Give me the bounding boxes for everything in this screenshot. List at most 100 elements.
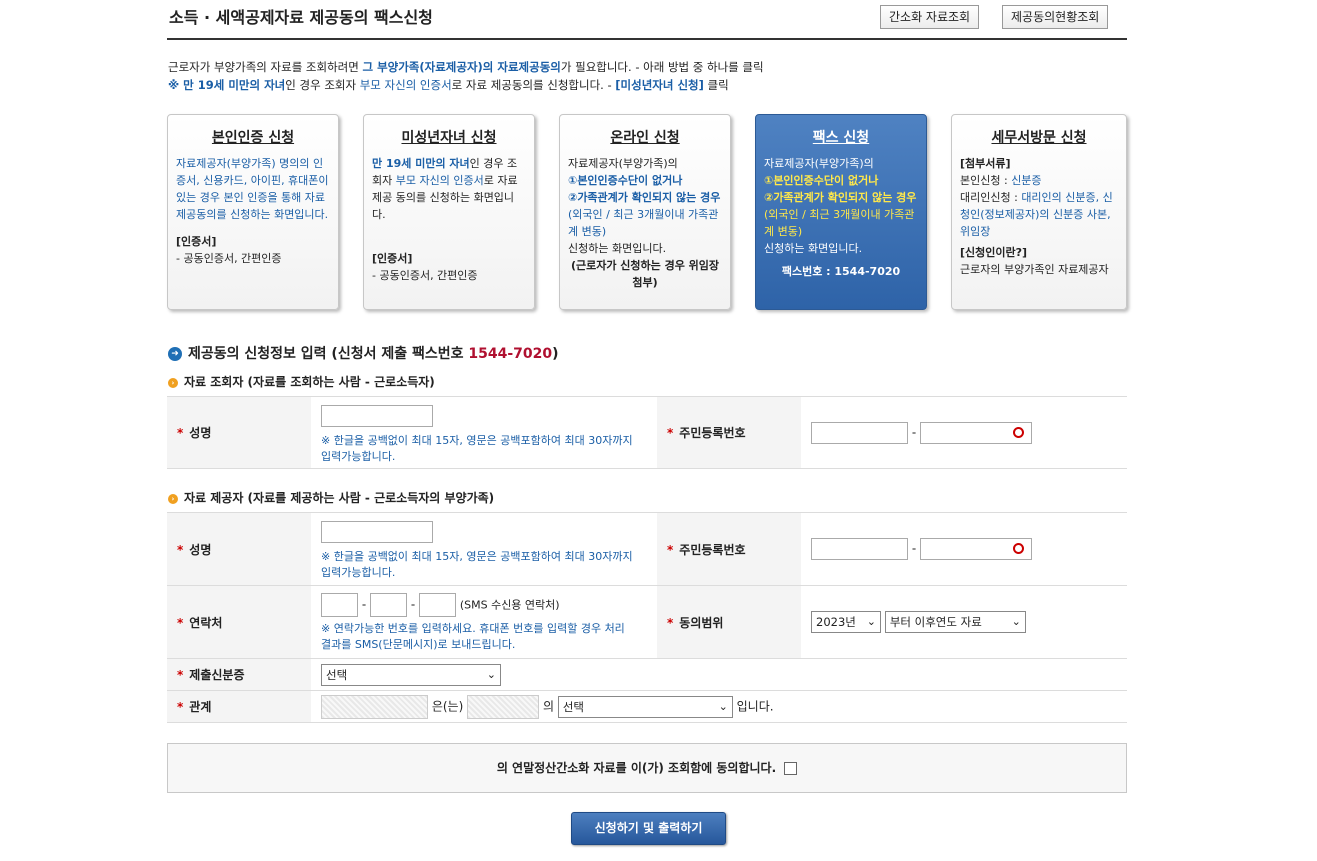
phone-part3-input[interactable] (419, 593, 456, 617)
provider-heading: › 자료 제공자 (자료를 제공하는 사람 - 근로소득자의 부양가족) (168, 489, 494, 506)
card-d4: (외국인 / 최근 3개월이내 가족관계 변동) (764, 208, 915, 238)
card-cert-text: - 공동인증서, 간편인증 (176, 252, 282, 265)
viewer-heading: › 자료 조회자 (자료를 조회하는 사람 - 근로소득자) (168, 373, 435, 390)
provider-rrn-label-cell: * 주민등록번호 (657, 512, 801, 586)
card-s2a: 대리인신청 : (960, 191, 1022, 204)
card-d5: 신청하는 화면입니다. (764, 242, 863, 255)
rel-end-text: 입니다. (736, 699, 774, 713)
rrn-dash: - (911, 425, 917, 439)
intro-l2b: 인 경우 조회자 (285, 78, 360, 92)
scope-year-value: 2023년 (816, 615, 856, 629)
card-d1: 자료제공자(부양가족)의 (568, 157, 678, 170)
card-title: 본인인증 신청 (211, 130, 295, 146)
card-self-auth[interactable]: 본인인증 신청 자료제공자(부양가족) 명의의 인증서, 신용카드, 아이핀, … (167, 114, 339, 310)
provider-name-label: 성명 (189, 542, 212, 557)
card-title: 미성년자녀 신청 (401, 130, 497, 146)
contact-label: 연락처 (189, 615, 223, 630)
eye-icon[interactable] (1013, 543, 1024, 554)
card-d1: 만 19세 미만의 자녀 (372, 157, 470, 170)
card-visit[interactable]: 세무서방문 신청 [첨부서류] 본인신청 : 신분증 대리인신청 : 대리인의 … (951, 114, 1127, 310)
bullet-icon: › (168, 493, 178, 504)
chevron-down-icon: ⌄ (486, 667, 496, 681)
card-desc: 자료제공자(부양가족) 명의의 인증서, 신용카드, 아이핀, 휴대폰이 있는 … (176, 157, 329, 221)
id-type-select[interactable]: 선택 ⌄ (321, 663, 501, 686)
viewer-name-label-cell: * 성명 (167, 396, 311, 469)
rel-provider-name-field (467, 694, 540, 719)
scope-label: 동의범위 (679, 615, 724, 630)
minor-apply-link[interactable]: [미성년자녀 신청] (615, 78, 704, 92)
card-cert-label: [인증서] (372, 252, 413, 265)
card-d2: ①본인인증수단이 없거나 (568, 174, 683, 187)
intro-l1a: 근로자가 부양가족의 자료를 조회하려면 (168, 60, 363, 74)
intro-text: 근로자가 부양가족의 자료를 조회하려면 그 부양가족(자료제공자)의 자료제공… (168, 58, 764, 94)
card-h1: [첨부서류] (960, 157, 1011, 170)
eye-icon[interactable] (1013, 426, 1024, 438)
card-d3: ②가족관계가 확인되지 않는 경우 (568, 191, 721, 204)
provider-rrn-back-input[interactable] (920, 538, 1032, 560)
submit-print-button[interactable]: 신청하기 및 출력하기 (571, 812, 726, 845)
card-s1a: 본인신청 : (960, 174, 1012, 187)
provider-name-note: ※ 한글을 공백없이 최대 15자, 영문은 공백포함하여 최대 30자까지 입… (321, 550, 633, 579)
required-mark: * (177, 615, 184, 630)
simple-data-lookup-button[interactable]: 간소화 자료조회 (880, 5, 980, 29)
card-d5: 신청하는 화면입니다. (568, 242, 667, 255)
section-main-prefix: 제공동의 신청정보 입력 (신청서 제출 팩스번호 (188, 346, 469, 362)
consent-box: 의 연말정산간소화 자료를 이(가) 조회함에 동의합니다. (167, 743, 1127, 793)
card-h2: [신청인이란?] (960, 246, 1028, 259)
scope-range-value: 부터 이후연도 자료 (889, 615, 982, 629)
chevron-down-icon: ⌄ (866, 615, 876, 628)
intro-l1b: 그 부양가족(자료제공자)의 자료제공동의 (362, 60, 561, 74)
rel-ui-text: 의 (542, 699, 554, 713)
viewer-name-note: ※ 한글을 공백없이 최대 15자, 영문은 공백포함하여 최대 30자까지 입… (321, 433, 633, 463)
card-online[interactable]: 온라인 신청 자료제공자(부양가족)의 ①본인인증수단이 없거나 ②가족관계가 … (559, 114, 731, 310)
card-d1: 자료제공자(부양가족)의 (764, 157, 874, 170)
phone-dash: - (361, 597, 367, 612)
relation-select[interactable]: 선택 ⌄ (557, 695, 733, 718)
card-s1b: 신분증 (1011, 174, 1042, 187)
card-d3: 부모 자신의 인증서 (395, 174, 484, 187)
viewer-rrn-front-input[interactable] (811, 421, 908, 444)
id-label: 제출신분증 (189, 668, 245, 682)
provider-rrn-front-input[interactable] (811, 538, 908, 560)
card-title: 팩스 신청 (812, 130, 870, 146)
chevron-down-icon: ⌄ (718, 699, 728, 713)
phone-part1-input[interactable] (321, 593, 358, 617)
card-cert-label: [인증서] (176, 235, 217, 248)
intro-l1c: 가 필요합니다. - 아래 방법 중 하나를 클릭 (560, 60, 764, 74)
viewer-heading-text: 자료 조회자 (자료를 조회하는 사람 - 근로소득자) (184, 375, 435, 389)
viewer-name-input[interactable] (321, 404, 433, 427)
page: 소득 · 세액공제자료 제공동의 팩스신청 간소화 자료조회 제공동의현황조회 … (167, 0, 1127, 845)
card-minor[interactable]: 미성년자녀 신청 만 19세 미만의 자녀인 경우 조회자 부모 자신의 인증서… (363, 114, 535, 310)
consent-checkbox[interactable] (784, 762, 798, 775)
scope-range-select[interactable]: 부터 이후연도 자료 ⌄ (884, 611, 1026, 633)
required-mark: * (177, 700, 184, 714)
card-s3: 근로자의 부양가족인 자료제공자 (960, 263, 1109, 276)
phone-part2-input[interactable] (370, 593, 407, 617)
provider-name-input[interactable] (321, 521, 433, 543)
section-main-title: ➜ 제공동의 신청정보 입력 (신청서 제출 팩스번호 1544-7020) (168, 343, 559, 363)
card-title: 온라인 신청 (610, 130, 680, 146)
intro-l2d: 로 자료 제공동의를 신청합니다. - (451, 78, 616, 92)
provider-name-label-cell: * 성명 (167, 512, 311, 586)
provider-rrn-label: 주민등록번호 (679, 542, 746, 557)
intro-l2f: 클릭 (703, 78, 729, 92)
card-d2: ①본인인증수단이 없거나 (764, 174, 879, 187)
card-title: 세무서방문 신청 (991, 130, 1087, 146)
viewer-rrn-back-input[interactable] (920, 421, 1032, 444)
card-d6: (근로자가 신청하는 경우 위임장 첨부) (570, 259, 720, 289)
rel-viewer-name-field (321, 694, 428, 719)
method-cards: 본인인증 신청 자료제공자(부양가족) 명의의 인증서, 신용카드, 아이핀, … (167, 114, 1127, 312)
scope-year-select[interactable]: 2023년 ⌄ (811, 611, 881, 633)
consent-status-button[interactable]: 제공동의현황조회 (1002, 5, 1109, 29)
required-mark: * (177, 426, 184, 440)
card-d3: ②가족관계가 확인되지 않는 경우 (764, 191, 917, 204)
page-title: 소득 · 세액공제자료 제공동의 팩스신청 (169, 8, 433, 27)
section-main-fax: 1544-7020 (468, 346, 553, 362)
intro-l2c: 부모 자신의 인증서 (359, 78, 452, 92)
rel-eun-text: 은(는) (431, 699, 464, 713)
rrn-dash: - (911, 541, 917, 556)
relation-value: 선택 (562, 699, 584, 714)
card-fax-selected[interactable]: 팩스 신청 자료제공자(부양가족)의 ①본인인증수단이 없거나 ②가족관계가 확… (755, 114, 927, 310)
id-label-cell: * 제출신분증 (167, 658, 311, 691)
chevron-down-icon: ⌄ (1011, 615, 1021, 628)
